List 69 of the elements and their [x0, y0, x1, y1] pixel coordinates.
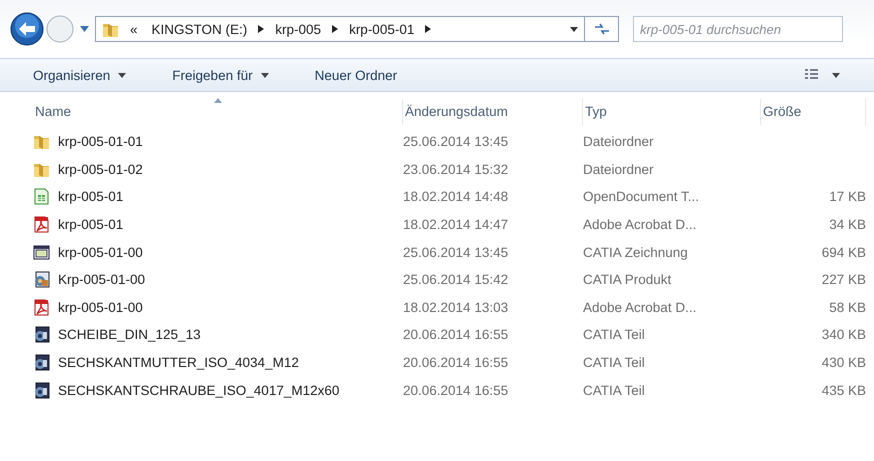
- modified-date: 25.06.2014 13:45: [403, 134, 508, 150]
- file-type: CATIA Teil: [583, 382, 645, 398]
- toolbar-button[interactable]: Neuer Ordner: [306, 64, 406, 86]
- file-size: 340 KB: [822, 327, 866, 342]
- caret-icon: [118, 72, 126, 78]
- toolbar-button[interactable]: Organisieren: [25, 64, 134, 86]
- breadcrumb-item[interactable]: krp-005-01: [346, 22, 418, 36]
- file-name[interactable]: krp-005-01-02: [58, 162, 143, 177]
- caret-icon: [832, 72, 840, 78]
- file-size: 17 KB: [829, 189, 866, 204]
- pdf-icon: [33, 216, 50, 234]
- history-dropdown[interactable]: [80, 26, 89, 32]
- refresh-button[interactable]: [585, 16, 619, 42]
- file-size: 227 KB: [822, 272, 866, 288]
- file-name[interactable]: krp-005-01: [58, 189, 124, 204]
- file-type: CATIA Teil: [583, 355, 645, 370]
- column-header[interactable]: Größe: [761, 99, 866, 125]
- file-name[interactable]: SECHSKANTSCHRAUBE_ISO_4017_M12x60: [58, 382, 340, 398]
- modified-date: 18.02.2014 14:48: [403, 189, 508, 204]
- chevron-icon: [332, 25, 338, 33]
- file-type: Adobe Acrobat D...: [583, 217, 696, 232]
- back-button[interactable]: [10, 12, 44, 46]
- breadcrumb-item[interactable]: KINGSTON (E:): [148, 22, 250, 36]
- modified-date: 18.02.2014 13:03: [403, 300, 508, 315]
- file-size: 435 KB: [822, 382, 866, 398]
- caret-icon: [260, 72, 269, 78]
- file-name[interactable]: SECHSKANTMUTTER_ISO_4034_M12: [58, 355, 299, 370]
- toolbar-button[interactable]: Freigeben für: [164, 64, 277, 86]
- file-size: 694 KB: [822, 244, 866, 260]
- pdf-icon: [33, 298, 50, 316]
- file-type: OpenDocument T...: [583, 189, 700, 204]
- column-header[interactable]: Typ: [583, 99, 761, 125]
- file-name[interactable]: SCHEIBE_DIN_125_13: [58, 327, 201, 342]
- caret-icon: [80, 26, 89, 32]
- file-type: CATIA Teil: [583, 327, 645, 342]
- file-size: 58 KB: [829, 300, 866, 315]
- modified-date: 23.06.2014 15:32: [403, 162, 508, 177]
- chevron-icon: [425, 25, 432, 33]
- modified-date: 18.02.2014 14:47: [403, 217, 508, 232]
- file-name[interactable]: krp-005-01: [58, 217, 124, 232]
- modified-date: 25.06.2014 15:42: [403, 272, 508, 288]
- column-header[interactable]: Änderungsdatum: [403, 99, 583, 125]
- overflow-chevron[interactable]: «: [127, 22, 141, 36]
- address-bar[interactable]: « KINGSTON (E:) krp-005 krp-005-01: [95, 16, 585, 42]
- refresh-icon: [594, 23, 610, 35]
- file-size: 430 KB: [822, 355, 866, 370]
- file-size: 34 KB: [829, 217, 866, 232]
- file-name[interactable]: krp-005-01-00: [58, 300, 143, 315]
- list-view-icon: [804, 69, 818, 81]
- modified-date: 20.06.2014 16:55: [403, 327, 508, 342]
- breadcrumb-item[interactable]: krp-005: [272, 22, 324, 36]
- file-type: CATIA Produkt: [583, 272, 672, 288]
- folder-icon: [33, 133, 50, 150]
- search-field[interactable]: krp-005-01 durchsuchen: [633, 16, 843, 42]
- file-name[interactable]: Krp-005-01-00: [58, 272, 146, 288]
- modified-date: 20.06.2014 16:55: [403, 355, 508, 370]
- caret-icon: [570, 26, 578, 32]
- file-type: Adobe Acrobat D...: [583, 300, 696, 315]
- file-type: Dateiordner: [583, 134, 654, 150]
- file-name[interactable]: krp-005-01-00: [58, 244, 143, 260]
- file-type: Dateiordner: [583, 162, 654, 177]
- file-type: CATIA Zeichnung: [583, 244, 688, 260]
- modified-date: 20.06.2014 16:55: [403, 382, 508, 398]
- sort-arrow-icon: [214, 98, 222, 103]
- chevron-icon: [258, 25, 264, 33]
- spreadsheet-icon: [33, 188, 50, 206]
- modified-date: 25.06.2014 13:45: [403, 244, 508, 260]
- file-name[interactable]: krp-005-01-01: [58, 134, 143, 150]
- drawing-icon: [33, 244, 50, 261]
